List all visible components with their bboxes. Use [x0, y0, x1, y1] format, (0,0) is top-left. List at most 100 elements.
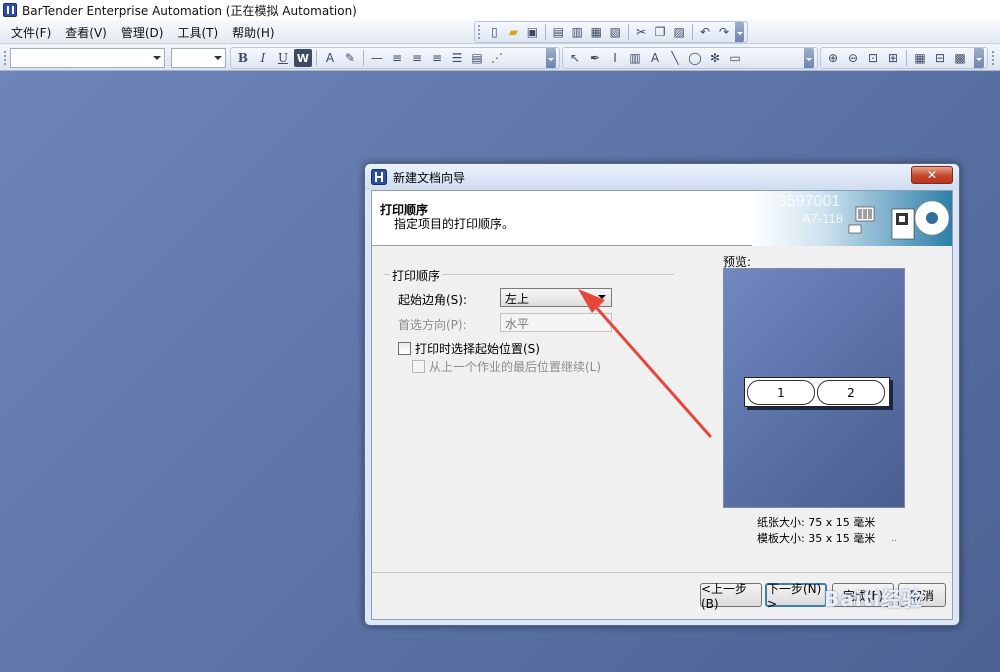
align-center-icon[interactable]: ≡	[408, 49, 426, 67]
preview-icon[interactable]: ▧	[607, 23, 624, 41]
toolbar-overflow-button[interactable]	[974, 48, 984, 68]
object-tool-icon[interactable]: ▭	[726, 49, 744, 67]
toolbar-separator	[544, 24, 546, 40]
image-tool-icon[interactable]: ✻	[706, 49, 724, 67]
label-strip: 1 2	[744, 377, 890, 407]
zoom-fit-icon[interactable]: ⊡	[864, 49, 882, 67]
select-pointer-icon[interactable]: ↖	[566, 49, 584, 67]
wizard-header-artwork: 3597001 A7-118	[752, 191, 952, 246]
bold-button[interactable]: B	[234, 49, 252, 67]
select-start-checkbox[interactable]	[398, 342, 411, 355]
toolbar-separator	[627, 24, 629, 40]
menu-view[interactable]: 查看(V)	[58, 24, 114, 41]
zoom-out-icon[interactable]: ⊖	[844, 49, 862, 67]
cut-icon[interactable]: ✂	[633, 23, 650, 41]
close-button[interactable]: ✕	[911, 166, 953, 184]
distribute-icon[interactable]: ▤	[468, 49, 486, 67]
text-tool-icon[interactable]: A	[646, 49, 664, 67]
zoom-in-icon[interactable]: ⊕	[824, 49, 842, 67]
print-setup-icon[interactable]: ▥	[569, 23, 586, 41]
app-title-bar: BarTender Enterprise Automation (正在模拟 Au…	[0, 0, 1000, 20]
watermark-logo: Baiti经验	[824, 587, 924, 611]
label-cell: 2	[817, 380, 885, 405]
select-start-checkbox-row[interactable]: 打印时选择起始位置(S)	[398, 340, 540, 357]
toolbar-grip[interactable]	[992, 51, 994, 65]
layout-icon[interactable]: ▦	[911, 49, 929, 67]
header-art-number: 3597001	[778, 193, 840, 210]
continue-checkbox-row[interactable]: 从上一个作业的最后位置继续(L)	[412, 358, 601, 375]
print-order-group-title: 打印顺序	[390, 267, 443, 284]
font-name-combo[interactable]	[10, 48, 165, 68]
direction-label: 首选方向(P):	[398, 318, 467, 332]
menu-items: 文件(F) 查看(V) 管理(D) 工具(T) 帮助(H)	[4, 20, 282, 44]
align-line-icon[interactable]: —	[368, 49, 386, 67]
direction-select[interactable]: 水平	[500, 313, 612, 332]
bartender-app-icon	[3, 3, 17, 17]
print-icon[interactable]: ▦	[588, 23, 605, 41]
font-color-button[interactable]: A	[321, 49, 339, 67]
shape-tool-icon[interactable]: ◯	[686, 49, 704, 67]
wizard-header: 打印顺序 指定项目的打印顺序。 3597001 A7-118	[372, 191, 952, 246]
toolbar-overflow-button[interactable]	[734, 22, 744, 42]
header-art-code: A7-118	[802, 211, 843, 226]
dialog-body: 打印顺序 指定项目的打印顺序。 3597001 A7-118 打印顺序 起始边角…	[371, 190, 953, 620]
start-corner-value: 左上	[505, 292, 530, 306]
save-icon[interactable]: ▣	[524, 23, 541, 41]
line-tool-icon[interactable]: ╲	[666, 49, 684, 67]
dialog-title-bar[interactable]: 新建文档向导 ✕	[365, 164, 959, 190]
snap-icon[interactable]: ▩	[951, 49, 969, 67]
start-corner-select[interactable]: 左上	[500, 288, 612, 307]
highlight-icon[interactable]: ✎	[341, 49, 359, 67]
word-wrap-button[interactable]: W	[294, 49, 312, 67]
print-preview-icon[interactable]: ▤	[550, 23, 567, 41]
open-folder-icon[interactable]: ▰	[505, 23, 522, 41]
toolbar-separator	[363, 50, 364, 66]
back-button[interactable]: <上一步(B)	[700, 582, 762, 611]
barcode-icon[interactable]: ▥	[626, 49, 644, 67]
direction-value: 水平	[505, 317, 530, 331]
label-cell: 1	[747, 380, 815, 405]
zoom-page-icon[interactable]: ⊞	[884, 49, 902, 67]
undo-icon[interactable]: ↶	[697, 23, 714, 41]
label-preview-panel: 1 2	[723, 268, 905, 508]
copy-icon[interactable]: ❐	[652, 23, 669, 41]
toolbar-grip[interactable]	[478, 25, 481, 39]
dialog-title: 新建文档向导	[393, 170, 466, 185]
text-format-toolbar: B I U W A ✎ — ≡ ≡ ≡ ☰ ▤ ⋰	[230, 47, 560, 69]
line-spacing-icon[interactable]: ⋰	[488, 49, 506, 67]
preview-dots: ..	[891, 534, 897, 544]
align-left-icon[interactable]: ≡	[388, 49, 406, 67]
justify-icon[interactable]: ☰	[448, 49, 466, 67]
paste-icon[interactable]: ▨	[671, 23, 688, 41]
next-button[interactable]: 下一步(N) >	[765, 582, 827, 611]
italic-button[interactable]: I	[254, 49, 272, 67]
toolbar-separator	[906, 50, 907, 66]
menu-help[interactable]: 帮助(H)	[225, 24, 281, 41]
underline-button[interactable]: U	[274, 49, 292, 67]
toolbar-overflow-button[interactable]	[546, 48, 556, 68]
pen-tool-icon[interactable]: ✒	[586, 49, 604, 67]
grid-icon[interactable]: ⊟	[931, 49, 949, 67]
text-cursor-icon[interactable]: I	[606, 49, 624, 67]
toolbar-grip[interactable]	[4, 51, 7, 65]
dropdown-arrow-icon	[153, 56, 161, 64]
redo-icon[interactable]: ↷	[716, 23, 733, 41]
dropdown-arrow-icon	[598, 295, 606, 303]
toolbar-separator	[691, 24, 693, 40]
start-corner-label: 起始边角(S):	[398, 293, 468, 307]
formatting-toolbar-row: B I U W A ✎ — ≡ ≡ ≡ ☰ ▤ ⋰ ↖ ✒ I ▥ A ╲ ◯ …	[0, 45, 1000, 71]
toolbar-overflow-button[interactable]	[804, 48, 814, 68]
align-right-icon[interactable]: ≡	[428, 49, 446, 67]
continue-checkbox[interactable]	[412, 360, 425, 373]
dropdown-arrow-icon	[214, 56, 222, 64]
menu-manage[interactable]: 管理(D)	[114, 24, 171, 41]
toolbar-separator	[316, 50, 317, 66]
zoom-toolbar: ⊕ ⊖ ⊡ ⊞ ▦ ⊟ ▩	[820, 47, 988, 69]
standard-toolbar: ▯ ▰ ▣ ▤ ▥ ▦ ▧ ✂ ❐ ▨ ↶ ↷	[474, 21, 748, 43]
new-document-icon[interactable]: ▯	[486, 23, 503, 41]
font-size-combo[interactable]	[171, 48, 226, 68]
menu-tools[interactable]: 工具(T)	[170, 24, 225, 41]
paper-size-text: 纸张大小: 75 x 15 毫米	[757, 516, 876, 529]
menu-file[interactable]: 文件(F)	[4, 24, 58, 41]
template-size-text: 模板大小: 35 x 15 毫米	[757, 532, 876, 545]
